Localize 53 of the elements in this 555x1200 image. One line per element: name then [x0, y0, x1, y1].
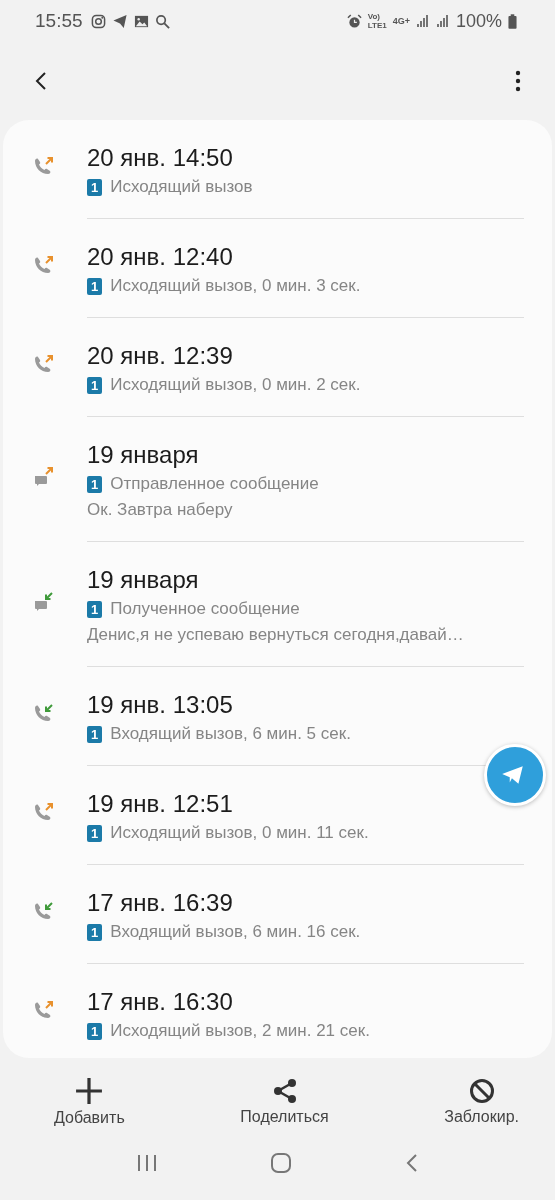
signal-icon — [415, 14, 430, 28]
volte-label: Vo) — [367, 12, 381, 21]
search-icon — [154, 13, 170, 29]
entry-detail: Отправленное сообщение — [110, 474, 319, 494]
status-time: 15:55 — [35, 10, 83, 32]
sim-badge: 1 — [87, 600, 103, 618]
image-icon — [133, 13, 149, 29]
entry-date: 19 янв. 12:51 — [87, 790, 234, 818]
entry-date: 19 янв. 13:05 — [87, 691, 234, 719]
entry-detail: Исходящий вызов, 0 мин. 2 сек. — [110, 375, 361, 395]
entry-date: 17 янв. 16:39 — [87, 889, 234, 917]
block-icon — [468, 1078, 495, 1104]
network-label: 4G+ — [392, 16, 410, 26]
battery-icon — [508, 13, 517, 29]
plus-icon — [75, 1077, 104, 1105]
entry-date: 19 января — [87, 441, 200, 469]
sim-badge: 1 — [87, 824, 103, 842]
entry-detail: Исходящий вызов, 0 мин. 3 сек. — [110, 276, 361, 296]
home-icon — [270, 1152, 293, 1174]
sim-badge: 1 — [87, 923, 103, 941]
back-icon — [404, 1153, 419, 1173]
recent-apps-icon — [136, 1154, 159, 1172]
instagram-icon — [90, 13, 106, 29]
entry-date: 20 янв. 12:39 — [87, 342, 234, 370]
message-preview: Денис,я не успеваю вернуться сегодня,давай… — [87, 625, 465, 645]
block-button[interactable]: Заблокир. — [440, 1070, 523, 1134]
battery-percent: 100% — [455, 10, 502, 32]
sim-badge: 1 — [87, 277, 103, 295]
share-icon — [271, 1078, 298, 1104]
share-button[interactable]: Поделиться — [236, 1070, 333, 1134]
telegram-button[interactable] — [484, 744, 546, 806]
entry-detail: Входящий вызов, 6 мин. 16 сек. — [110, 922, 361, 942]
entry-detail: Исходящий вызов — [110, 177, 253, 197]
entry-detail: Исходящий вызов, 0 мин. 11 сек. — [110, 823, 369, 843]
sim-badge: 1 — [87, 1022, 103, 1040]
entry-date: 19 января — [87, 566, 200, 594]
add-button[interactable]: Добавить — [50, 1070, 129, 1134]
sim-badge: 1 — [87, 725, 103, 743]
sim-badge: 1 — [87, 178, 103, 196]
message-preview: Ок. Завтра наберу — [87, 500, 234, 520]
entry-detail: Исходящий вызов, 2 мин. 21 сек. — [110, 1021, 370, 1041]
more-icon — [515, 70, 521, 92]
sim-badge: 1 — [87, 376, 103, 394]
entry-date: 20 янв. 14:50 — [87, 144, 234, 172]
entry-date: 20 янв. 12:40 — [87, 243, 234, 271]
alarm-icon — [346, 13, 362, 29]
paper-plane-icon — [111, 13, 128, 29]
entry-date: 17 янв. 16:30 — [87, 988, 234, 1016]
entry-detail: Полученное сообщение — [110, 599, 300, 619]
signal-icon — [435, 14, 450, 28]
entry-detail: Входящий вызов, 6 мин. 5 сек. — [110, 724, 351, 744]
sim-badge: 1 — [87, 475, 103, 493]
lte-label: LTE1 — [367, 21, 387, 30]
